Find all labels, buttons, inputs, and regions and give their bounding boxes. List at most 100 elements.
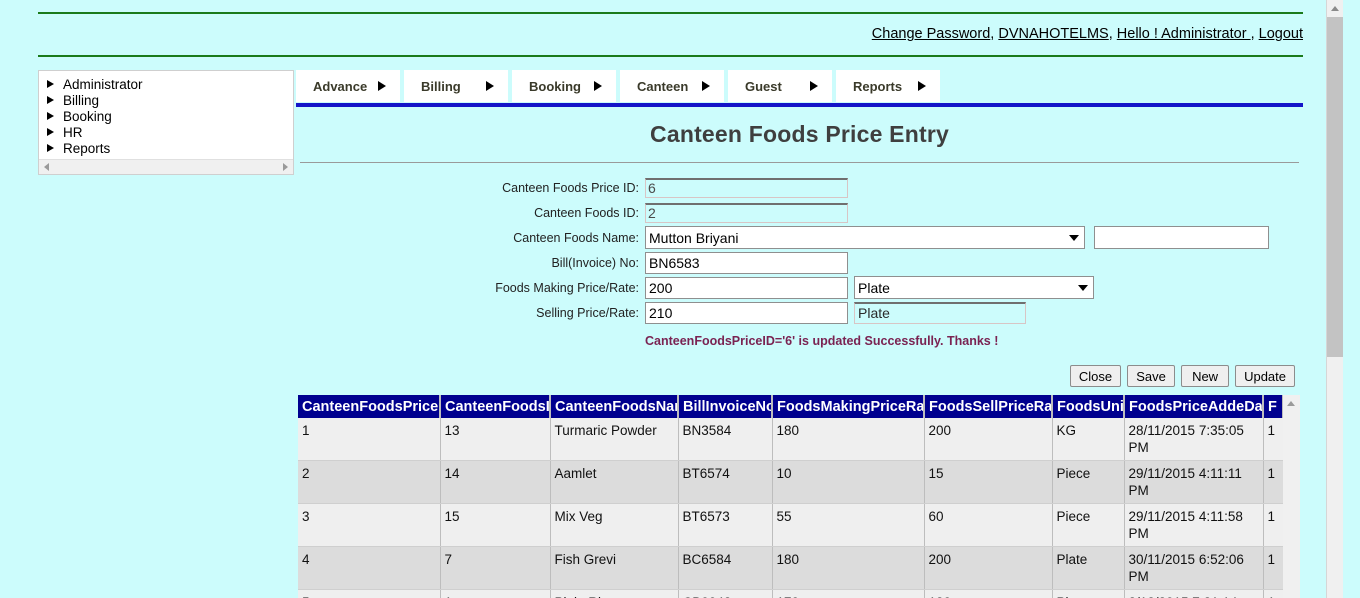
table-cell: 29/11/2015 4:11:58 PM bbox=[1124, 503, 1264, 547]
save-button[interactable]: Save bbox=[1127, 365, 1176, 387]
menu-item-reports[interactable]: Reports bbox=[836, 70, 940, 102]
selling-unit-input[interactable] bbox=[854, 301, 1026, 324]
table-cell: 13 bbox=[440, 418, 551, 461]
top-divider bbox=[38, 12, 1303, 14]
change-password-link[interactable]: Change Password bbox=[872, 26, 991, 42]
page-vertical-scrollbar[interactable] bbox=[1326, 0, 1343, 598]
sidebar-item-label: Reports bbox=[63, 141, 111, 156]
form-row-selling-price: Selling Price/Rate: bbox=[296, 300, 1303, 325]
column-header-foodsunit[interactable]: FoodsUnit bbox=[1052, 395, 1125, 418]
app-name-link[interactable]: DVNAHOTELMS bbox=[998, 26, 1108, 42]
table-row[interactable]: 51Plain RiceCB0042170180Plate2/12/2015 7… bbox=[298, 589, 1284, 598]
form-row-price-id: Canteen Foods Price ID: bbox=[296, 175, 1303, 200]
table-cell: 3 bbox=[298, 503, 441, 547]
canteen-foods-price-grid-wrapper: CanteenFoodsPriceID CanteenFoodsID Cante… bbox=[298, 395, 1300, 598]
sidebar-item-booking[interactable]: Booking bbox=[39, 109, 293, 125]
sidebar-item-reports[interactable]: Reports bbox=[39, 141, 293, 157]
table-row[interactable]: 1 13 Turmaric Powder BN3584 180 200 KG 28/11/20… bbox=[298, 418, 1284, 461]
canteen-foods-name-extra-input[interactable] bbox=[1094, 226, 1269, 249]
status-message: CanteenFoodsPriceID='6' is updated Succe… bbox=[645, 334, 999, 348]
sidebar-horizontal-scrollbar[interactable] bbox=[39, 159, 293, 174]
table-cell: 15 bbox=[924, 460, 1053, 504]
table-body: 1 13 Turmaric Powder BN3584 180 200 KG 28/11/20… bbox=[298, 418, 1284, 598]
column-header-foodspriceaddedate[interactable]: FoodsPriceAddeDate bbox=[1124, 395, 1264, 418]
close-button[interactable]: Close bbox=[1069, 365, 1122, 387]
column-header-foodssellpricerate[interactable]: FoodsSellPriceRate bbox=[924, 395, 1053, 418]
menu-item-label: Advance bbox=[313, 78, 368, 94]
table-cell: 1 bbox=[1263, 589, 1284, 598]
table-cell: BN3584 bbox=[678, 418, 773, 461]
menu-item-label: Billing bbox=[421, 78, 461, 94]
bill-invoice-no-input[interactable] bbox=[645, 251, 848, 274]
table-cell: Plain Rice bbox=[550, 589, 679, 598]
column-header-foodsmakingpricerate[interactable]: FoodsMakingPriceRate bbox=[772, 395, 925, 418]
chevron-right-icon bbox=[486, 81, 494, 91]
table-cell: 170 bbox=[772, 589, 925, 598]
form-row-foods-name: Canteen Foods Name: Mutton Briyani bbox=[296, 225, 1303, 250]
column-header-truncated[interactable]: F bbox=[1263, 395, 1284, 418]
table-row[interactable]: 4 7 Fish Grevi BC6584 180 200 Plate 30/11/2015 … bbox=[298, 546, 1284, 590]
canteen-foods-id-input[interactable] bbox=[645, 202, 848, 223]
foods-unit-select[interactable]: Plate bbox=[854, 276, 1094, 299]
column-header-canteenfoodspriceid[interactable]: CanteenFoodsPriceID bbox=[298, 395, 441, 418]
table-cell: Plate bbox=[1052, 589, 1125, 598]
scroll-up-arrow-icon[interactable] bbox=[1327, 0, 1343, 17]
logout-link[interactable]: Logout bbox=[1259, 26, 1303, 42]
canteen-foods-name-select[interactable]: Mutton Briyani bbox=[645, 226, 1085, 249]
chevron-right-icon bbox=[918, 81, 926, 91]
table-cell: 55 bbox=[772, 503, 925, 547]
menu-item-billing[interactable]: Billing bbox=[404, 70, 508, 102]
form-row-bill-invoice-no: Bill(Invoice) No: bbox=[296, 250, 1303, 275]
account-links-bar: Change Password, DVNAHOTELMS, Hello ! Ad… bbox=[38, 26, 1303, 42]
table-cell: 4 bbox=[298, 546, 441, 590]
table-header-row: CanteenFoodsPriceID CanteenFoodsID Cante… bbox=[298, 395, 1284, 418]
menu-item-label: Canteen bbox=[637, 78, 689, 94]
sidebar-item-administrator[interactable]: Administrator bbox=[39, 77, 293, 93]
table-cell: 10 bbox=[772, 460, 925, 504]
scroll-right-arrow-icon[interactable] bbox=[278, 160, 293, 174]
grid-vertical-scrollbar[interactable] bbox=[1283, 395, 1300, 598]
menu-item-canteen[interactable]: Canteen bbox=[620, 70, 724, 102]
table-row[interactable]: 3 15 Mix Veg BT6573 55 60 Piece 29/11/2015 4:11… bbox=[298, 503, 1284, 547]
table-cell: 29/11/2015 4:11:11 PM bbox=[1124, 460, 1264, 504]
sidebar-item-billing[interactable]: Billing bbox=[39, 93, 293, 109]
column-header-canteenfoodsname[interactable]: CanteenFoodsName bbox=[550, 395, 679, 418]
menu-item-guest[interactable]: Guest bbox=[728, 70, 832, 102]
greeting-user-link[interactable]: Hello ! Administrator bbox=[1117, 26, 1251, 42]
update-button[interactable]: Update bbox=[1235, 365, 1295, 387]
label-canteen-foods-price-id: Canteen Foods Price ID: bbox=[502, 180, 639, 195]
selling-price-rate-input[interactable] bbox=[645, 301, 848, 324]
menu-item-advance[interactable]: Advance bbox=[296, 70, 400, 102]
label-selling-price-rate: Selling Price/Rate: bbox=[536, 305, 639, 320]
scroll-up-arrow-icon[interactable] bbox=[1283, 395, 1300, 412]
foods-unit-selected-value: Plate bbox=[858, 279, 890, 296]
table-cell: 60 bbox=[924, 503, 1053, 547]
canteen-foods-price-id-input[interactable] bbox=[645, 177, 848, 198]
menu-item-booking[interactable]: Booking bbox=[512, 70, 616, 102]
foods-making-price-rate-input[interactable] bbox=[645, 276, 848, 299]
triangle-right-icon bbox=[47, 128, 54, 137]
page-title: Canteen Foods Price Entry bbox=[650, 121, 949, 147]
column-header-billinvoiceno[interactable]: BillInvoiceNo bbox=[678, 395, 773, 418]
menu-item-label: Reports bbox=[853, 78, 903, 94]
chevron-right-icon bbox=[702, 81, 710, 91]
price-entry-form: Canteen Foods Price ID: Canteen Foods ID… bbox=[296, 163, 1303, 387]
table-cell: 14 bbox=[440, 460, 551, 504]
sidebar-item-hr[interactable]: HR bbox=[39, 125, 293, 141]
table-cell: Plate bbox=[1052, 546, 1125, 590]
menu-item-label: Booking bbox=[529, 78, 581, 94]
scrollbar-thumb[interactable] bbox=[1327, 17, 1343, 357]
table-cell: 1 bbox=[1263, 546, 1284, 590]
scroll-left-arrow-icon[interactable] bbox=[39, 160, 54, 174]
table-cell: 1 bbox=[1263, 460, 1284, 504]
table-row[interactable]: 2 14 Aamlet BT6574 10 15 Piece 29/11/2015 4:11:… bbox=[298, 460, 1284, 504]
main-menu-bar: Advance Billing Booking Canteen Guest Re… bbox=[296, 70, 1303, 102]
table-cell: Mix Veg bbox=[550, 503, 679, 547]
new-button[interactable]: New bbox=[1181, 365, 1230, 387]
triangle-right-icon bbox=[47, 144, 54, 153]
sidebar-item-label: HR bbox=[63, 125, 83, 140]
canteen-foods-name-selected-value: Mutton Briyani bbox=[649, 229, 739, 246]
table-cell: BT6573 bbox=[678, 503, 773, 547]
column-header-canteenfoodsid[interactable]: CanteenFoodsID bbox=[440, 395, 551, 418]
table-cell: 30/11/2015 6:52:06 PM bbox=[1124, 546, 1264, 590]
